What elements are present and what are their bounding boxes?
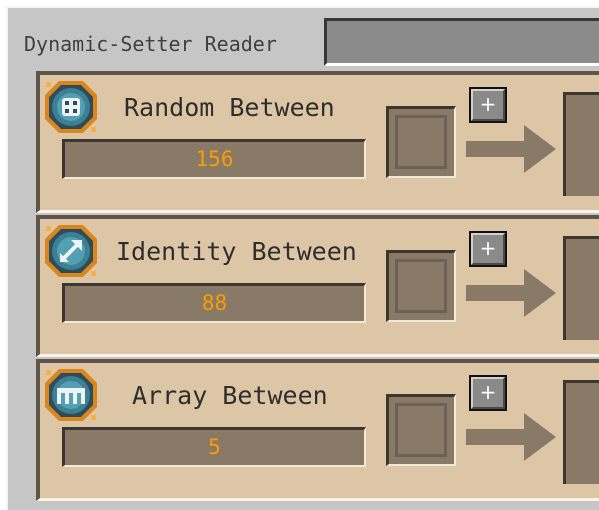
output-slot[interactable] bbox=[563, 236, 599, 340]
add-button[interactable]: + bbox=[469, 375, 507, 411]
input-slot[interactable] bbox=[386, 106, 456, 178]
name-input-field[interactable] bbox=[324, 18, 599, 66]
plus-icon: + bbox=[471, 89, 505, 121]
row-label: Identity Between bbox=[116, 237, 357, 266]
slot-frame bbox=[395, 115, 447, 169]
random-dice-icon bbox=[45, 81, 97, 133]
value-field[interactable]: 156 bbox=[62, 139, 366, 179]
plus-icon: + bbox=[471, 233, 505, 265]
arrow-right-icon bbox=[466, 269, 556, 317]
value-field[interactable]: 88 bbox=[62, 283, 366, 323]
output-slot[interactable] bbox=[563, 380, 599, 484]
input-slot[interactable] bbox=[386, 250, 456, 322]
row-random-between: Random Between 156 + bbox=[36, 71, 599, 213]
plus-icon: + bbox=[471, 377, 505, 409]
row-array-between: Array Between 5 + bbox=[36, 359, 599, 501]
row-label: Array Between bbox=[132, 381, 328, 410]
arrow-right-icon bbox=[466, 125, 556, 173]
aspect-rows: Random Between 156 + Identity Between 88… bbox=[36, 71, 599, 503]
add-button[interactable]: + bbox=[469, 87, 507, 123]
arrow-right-icon bbox=[466, 413, 556, 461]
identity-arrow-icon bbox=[45, 225, 97, 277]
value-field[interactable]: 5 bbox=[62, 427, 366, 467]
row-label: Random Between bbox=[124, 93, 335, 122]
slot-frame bbox=[395, 259, 447, 313]
window-title: Dynamic-Setter Reader bbox=[24, 32, 277, 56]
row-identity-between: Identity Between 88 + bbox=[36, 215, 599, 357]
reader-window: Dynamic-Setter Reader Random Between 156… bbox=[6, 6, 599, 510]
slot-frame bbox=[395, 403, 447, 457]
input-slot[interactable] bbox=[386, 394, 456, 466]
output-slot[interactable] bbox=[563, 92, 599, 196]
add-button[interactable]: + bbox=[469, 231, 507, 267]
array-comb-icon bbox=[45, 369, 97, 421]
